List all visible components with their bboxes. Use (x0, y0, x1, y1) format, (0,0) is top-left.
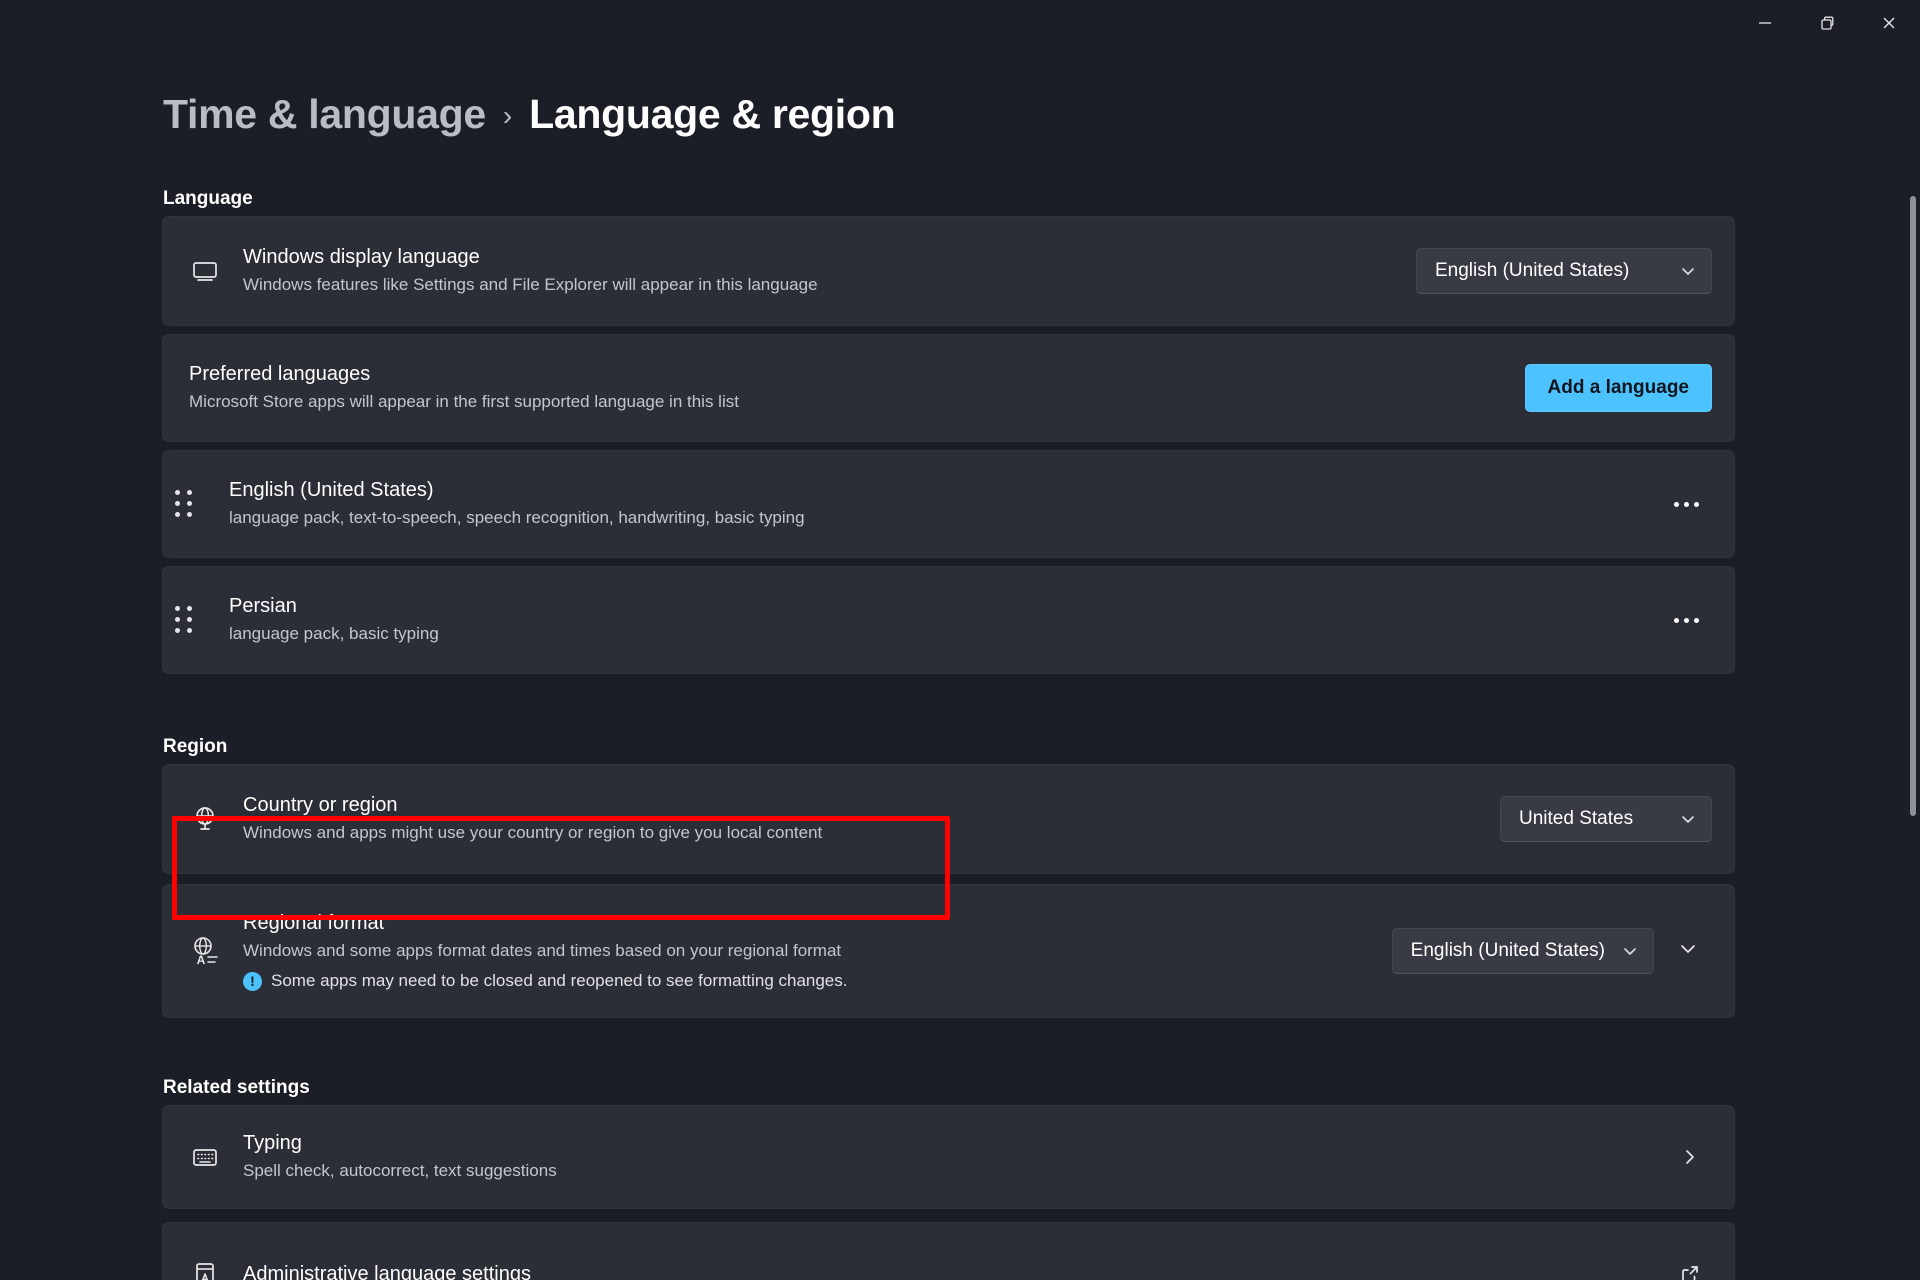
page-title: Language & region (529, 91, 896, 137)
vertical-scrollbar[interactable] (1910, 196, 1916, 1246)
windows-display-language-row[interactable]: Windows display language Windows feature… (162, 216, 1735, 326)
windows-display-language-subtitle: Windows features like Settings and File … (243, 275, 818, 295)
breadcrumb-parent-link[interactable]: Time & language (163, 91, 486, 138)
section-header-language: Language (163, 188, 253, 209)
restore-icon (1817, 13, 1837, 33)
language-list-item-english-subtitle: language pack, text-to-speech, speech re… (229, 508, 805, 528)
preferred-languages-row: Preferred languages Microsoft Store apps… (162, 334, 1735, 442)
regional-format-value: English (United States) (1410, 940, 1605, 961)
related-setting-administrative-language-text: Administrative language settings (243, 1262, 1668, 1280)
language-options-button-persian[interactable] (1660, 600, 1712, 640)
preferred-languages-title: Preferred languages (189, 363, 371, 386)
drag-handle-icon[interactable] (175, 606, 229, 634)
chevron-right-icon[interactable] (1668, 1135, 1712, 1179)
close-button[interactable] (1858, 0, 1920, 46)
section-header-region: Region (163, 736, 228, 757)
chevron-down-icon (1677, 938, 1699, 965)
country-or-region-subtitle: Windows and apps might use your country … (243, 823, 823, 843)
language-options-button-english[interactable] (1660, 484, 1712, 524)
language-list-item-persian-subtitle: language pack, basic typing (229, 624, 439, 644)
preferred-languages-subtitle: Microsoft Store apps will appear in the … (189, 392, 739, 412)
minimize-icon (1755, 13, 1775, 33)
settings-page: Time & language › Language & region Lang… (0, 46, 1920, 1280)
related-setting-typing[interactable]: Typing Spell check, autocorrect, text su… (162, 1105, 1735, 1209)
breadcrumb-separator-icon: › (502, 100, 513, 131)
language-list-item-persian[interactable]: Persian language pack, basic typing (162, 566, 1735, 674)
chevron-down-icon (1621, 942, 1639, 960)
regional-format-note: ! Some apps may need to be closed and re… (243, 971, 1392, 991)
minimize-button[interactable] (1734, 0, 1796, 46)
globe-icon (189, 803, 243, 835)
keyboard-icon (189, 1141, 243, 1173)
language-list-item-persian-text: Persian language pack, basic typing (229, 594, 1660, 645)
globe-translate-icon: A (189, 934, 243, 968)
close-icon (1879, 13, 1899, 33)
monitor-icon (189, 255, 243, 287)
regional-format-text: Regional format Windows and some apps fo… (243, 911, 1392, 991)
country-or-region-row[interactable]: Country or region Windows and apps might… (162, 764, 1735, 874)
language-list-item-english-text: English (United States) language pack, t… (229, 478, 1660, 529)
regional-format-row[interactable]: A Regional format Windows and some apps … (162, 884, 1735, 1018)
admin-language-icon (189, 1258, 243, 1280)
language-list-item-english[interactable]: English (United States) language pack, t… (162, 450, 1735, 558)
country-or-region-dropdown[interactable]: United States (1500, 796, 1712, 842)
restore-button[interactable] (1796, 0, 1858, 46)
external-link-icon[interactable] (1668, 1252, 1712, 1280)
regional-format-dropdown[interactable]: English (United States) (1391, 928, 1654, 974)
windows-display-language-title: Windows display language (243, 246, 480, 269)
related-setting-administrative-language[interactable]: Administrative language settings (162, 1222, 1735, 1280)
scrollbar-thumb[interactable] (1910, 196, 1916, 816)
svg-text:A: A (197, 953, 206, 967)
windows-display-language-text: Windows display language Windows feature… (243, 245, 1416, 296)
windows-display-language-dropdown[interactable]: English (United States) (1416, 248, 1712, 294)
preferred-languages-text: Preferred languages Microsoft Store apps… (189, 362, 1525, 413)
related-setting-typing-title: Typing (243, 1132, 302, 1155)
chevron-down-icon (1679, 262, 1697, 280)
regional-format-title: Regional format (243, 911, 385, 934)
country-or-region-title: Country or region (243, 794, 398, 817)
section-header-related-settings: Related settings (163, 1077, 310, 1098)
related-setting-typing-text: Typing Spell check, autocorrect, text su… (243, 1131, 1668, 1182)
related-setting-typing-subtitle: Spell check, autocorrect, text suggestio… (243, 1161, 557, 1181)
language-list-item-english-title: English (United States) (229, 479, 434, 502)
breadcrumb: Time & language › Language & region (163, 91, 896, 138)
drag-handle-icon[interactable] (175, 490, 229, 518)
title-bar (0, 0, 1920, 46)
language-list-item-persian-title: Persian (229, 595, 297, 618)
chevron-down-icon (1679, 810, 1697, 828)
country-or-region-text: Country or region Windows and apps might… (243, 793, 1500, 844)
related-setting-administrative-language-title: Administrative language settings (243, 1262, 531, 1280)
info-icon: ! (243, 971, 262, 991)
windows-display-language-value: English (United States) (1435, 260, 1630, 281)
regional-format-expand-button[interactable] (1664, 927, 1712, 975)
regional-format-subtitle: Windows and some apps format dates and t… (243, 940, 842, 960)
regional-format-note-text: Some apps may need to be closed and reop… (271, 971, 848, 991)
add-a-language-button[interactable]: Add a language (1524, 364, 1712, 412)
country-or-region-value: United States (1519, 808, 1634, 829)
